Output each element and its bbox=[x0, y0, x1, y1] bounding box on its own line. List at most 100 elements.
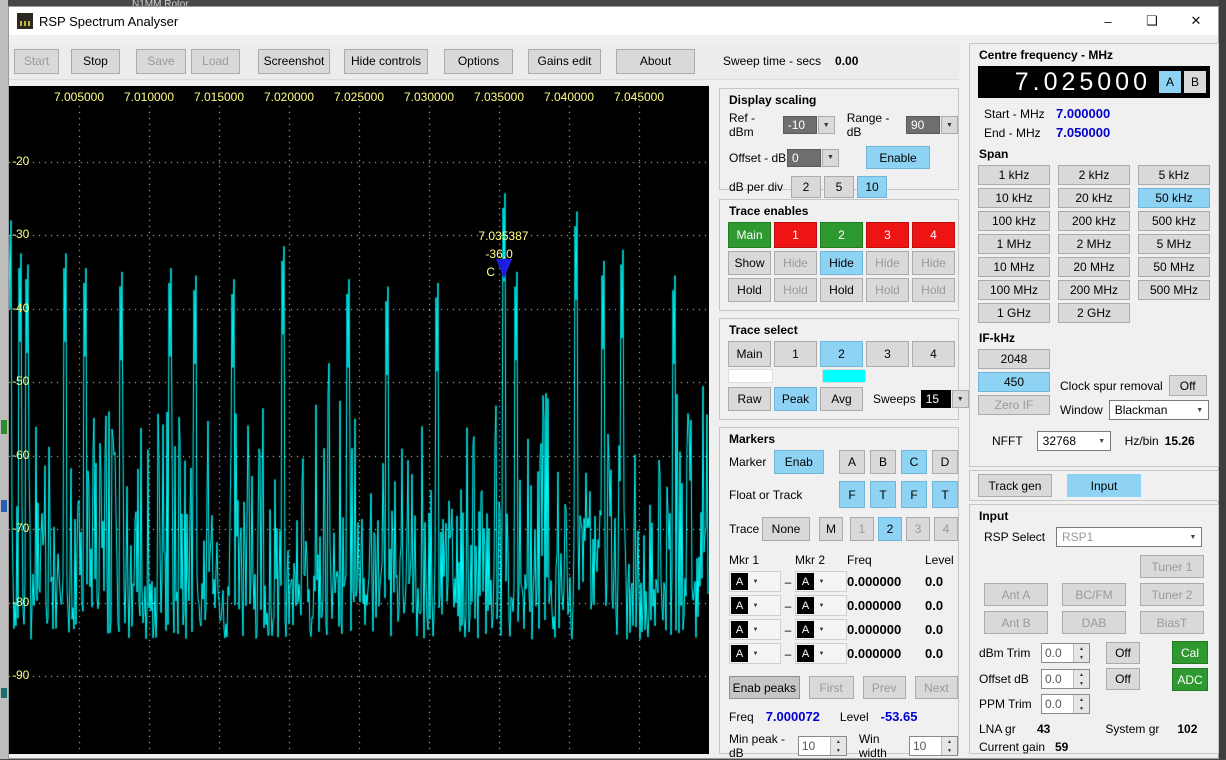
chevron-down-icon[interactable]: ▼ bbox=[1094, 438, 1110, 445]
spin-up-icon[interactable]: ▲ bbox=[1074, 644, 1089, 653]
trace-enable-2[interactable]: 2 bbox=[820, 222, 863, 248]
input-ant-a[interactable]: Ant A bbox=[984, 583, 1048, 606]
input-tab-button[interactable]: Input bbox=[1067, 474, 1141, 497]
span-20-khz[interactable]: 20 kHz bbox=[1058, 188, 1130, 208]
spin-down-icon[interactable]: ▼ bbox=[1074, 704, 1089, 713]
span-200-mhz[interactable]: 200 MHz bbox=[1058, 280, 1130, 300]
spin-up-icon[interactable]: ▲ bbox=[1074, 695, 1089, 704]
if-2048[interactable]: 2048 bbox=[978, 349, 1050, 369]
marker-trace-none[interactable]: None bbox=[762, 517, 810, 541]
trace-enable-1[interactable]: 1 bbox=[774, 222, 817, 248]
trace-show-hide-4[interactable]: Hide bbox=[912, 251, 955, 275]
float-track-0[interactable]: F bbox=[839, 481, 865, 508]
centre-vfo-a[interactable]: A bbox=[1159, 71, 1181, 93]
trace-hold-4[interactable]: Hold bbox=[912, 278, 955, 302]
spin-down-icon[interactable]: ▼ bbox=[1074, 653, 1089, 662]
toolbar-button-stop[interactable]: Stop bbox=[71, 49, 120, 74]
trace-mode-peak[interactable]: Peak bbox=[774, 387, 817, 411]
span-10-khz[interactable]: 10 kHz bbox=[978, 188, 1050, 208]
trace-mode-avg[interactable]: Avg bbox=[820, 387, 863, 411]
chevron-down-icon[interactable]: ▼ bbox=[818, 116, 835, 134]
span-10-mhz[interactable]: 10 MHz bbox=[978, 257, 1050, 277]
spin-up-icon[interactable]: ▲ bbox=[942, 737, 957, 746]
span-50-khz[interactable]: 50 kHz bbox=[1138, 188, 1210, 208]
span-2-mhz[interactable]: 2 MHz bbox=[1058, 234, 1130, 254]
trace-show-hide-0[interactable]: Show bbox=[728, 251, 771, 275]
input-dab[interactable]: DAB bbox=[1062, 611, 1126, 634]
input-biast[interactable]: BiasT bbox=[1140, 611, 1204, 634]
chevron-down-icon[interactable]: ▼ bbox=[748, 573, 763, 590]
win-width-spinner[interactable]: 10▲▼ bbox=[909, 736, 958, 756]
float-track-2[interactable]: F bbox=[901, 481, 927, 508]
peaks-enab-peaks[interactable]: Enab peaks bbox=[729, 676, 800, 699]
marker-trace-2[interactable]: 2 bbox=[878, 517, 902, 541]
input-bc-fm[interactable]: BC/FM bbox=[1062, 583, 1126, 606]
marker-letter-c[interactable]: C bbox=[901, 450, 927, 474]
span-100-khz[interactable]: 100 kHz bbox=[978, 211, 1050, 231]
clock-spur-toggle[interactable]: Off bbox=[1169, 375, 1207, 396]
marker-mkr2-dropdown-2[interactable]: A▼ bbox=[795, 619, 847, 640]
span-2-khz[interactable]: 2 kHz bbox=[1058, 165, 1130, 185]
close-button[interactable]: ✕ bbox=[1174, 7, 1218, 35]
toolbar-button-options[interactable]: Options bbox=[444, 49, 513, 74]
trace-mode-raw[interactable]: Raw bbox=[728, 387, 771, 411]
spin-down-icon[interactable]: ▼ bbox=[1074, 679, 1089, 688]
maximize-button[interactable]: ❑ bbox=[1130, 7, 1174, 35]
chevron-down-icon[interactable]: ▼ bbox=[952, 390, 969, 408]
trace-select-4[interactable]: 4 bbox=[912, 341, 955, 367]
span-100-mhz[interactable]: 100 MHz bbox=[978, 280, 1050, 300]
trim-toggle-1[interactable]: Off bbox=[1106, 668, 1140, 690]
marker-trace-4[interactable]: 4 bbox=[934, 517, 958, 541]
chevron-down-icon[interactable]: ▼ bbox=[748, 645, 763, 662]
span-5-khz[interactable]: 5 kHz bbox=[1138, 165, 1210, 185]
marker-letter-b[interactable]: B bbox=[870, 450, 896, 474]
span-1-ghz[interactable]: 1 GHz bbox=[978, 303, 1050, 323]
peaks-first[interactable]: First bbox=[809, 676, 854, 699]
marker-mkr2-dropdown-0[interactable]: A▼ bbox=[795, 571, 847, 592]
chevron-down-icon[interactable]: ▼ bbox=[814, 597, 829, 614]
trace-show-hide-3[interactable]: Hide bbox=[866, 251, 909, 275]
input-tuner-1[interactable]: Tuner 1 bbox=[1140, 555, 1204, 578]
toolbar-button-about[interactable]: About bbox=[616, 49, 695, 74]
peaks-prev[interactable]: Prev bbox=[863, 676, 906, 699]
span-2-ghz[interactable]: 2 GHz bbox=[1058, 303, 1130, 323]
spin-up-icon[interactable]: ▲ bbox=[1074, 670, 1089, 679]
cal-button[interactable]: Cal bbox=[1172, 641, 1208, 664]
toolbar-button-screenshot[interactable]: Screenshot bbox=[258, 49, 330, 74]
dbm-trim-spinner[interactable]: 0.0▲▼ bbox=[1041, 643, 1090, 663]
trace-select-1[interactable]: 1 bbox=[774, 341, 817, 367]
peaks-next[interactable]: Next bbox=[915, 676, 958, 699]
db-per-div-10[interactable]: 10 bbox=[857, 176, 887, 198]
spin-up-icon[interactable]: ▲ bbox=[831, 737, 846, 746]
chevron-down-icon[interactable]: ▼ bbox=[941, 116, 958, 134]
toolbar-button-save[interactable]: Save bbox=[136, 49, 186, 74]
toolbar-button-hide-controls[interactable]: Hide controls bbox=[344, 49, 428, 74]
range-db-dropdown[interactable]: 90▼ bbox=[906, 116, 958, 134]
marker-trace-3[interactable]: 3 bbox=[906, 517, 930, 541]
minimize-button[interactable]: – bbox=[1086, 7, 1130, 35]
db-per-div-2[interactable]: 2 bbox=[791, 176, 821, 198]
span-1-khz[interactable]: 1 kHz bbox=[978, 165, 1050, 185]
chevron-down-icon[interactable]: ▼ bbox=[748, 597, 763, 614]
marker-mkr1-dropdown-2[interactable]: A▼ bbox=[729, 619, 781, 640]
marker-trace-m[interactable]: M bbox=[819, 517, 843, 541]
spin-down-icon[interactable]: ▼ bbox=[831, 746, 846, 755]
adc-button[interactable]: ADC bbox=[1172, 668, 1208, 691]
marker-mkr2-dropdown-3[interactable]: A▼ bbox=[795, 643, 847, 664]
centre-vfo-b[interactable]: B bbox=[1184, 71, 1206, 93]
input-ant-b[interactable]: Ant B bbox=[984, 611, 1048, 634]
chevron-down-icon[interactable]: ▼ bbox=[814, 573, 829, 590]
span-1-mhz[interactable]: 1 MHz bbox=[978, 234, 1050, 254]
marker-trace-1[interactable]: 1 bbox=[850, 517, 874, 541]
window-dropdown[interactable]: Blackman▼ bbox=[1109, 400, 1209, 420]
trace-enable-4[interactable]: 4 bbox=[912, 222, 955, 248]
trim-toggle-0[interactable]: Off bbox=[1106, 642, 1140, 664]
chevron-down-icon[interactable]: ▼ bbox=[1192, 407, 1208, 414]
trace-show-hide-2[interactable]: Hide bbox=[820, 251, 863, 275]
float-track-1[interactable]: T bbox=[870, 481, 896, 508]
trace-hold-3[interactable]: Hold bbox=[866, 278, 909, 302]
db-per-div-5[interactable]: 5 bbox=[824, 176, 854, 198]
marker-letter-a[interactable]: A bbox=[839, 450, 865, 474]
chevron-down-icon[interactable]: ▼ bbox=[748, 621, 763, 638]
marker-enab-button[interactable]: Enab bbox=[774, 450, 824, 474]
